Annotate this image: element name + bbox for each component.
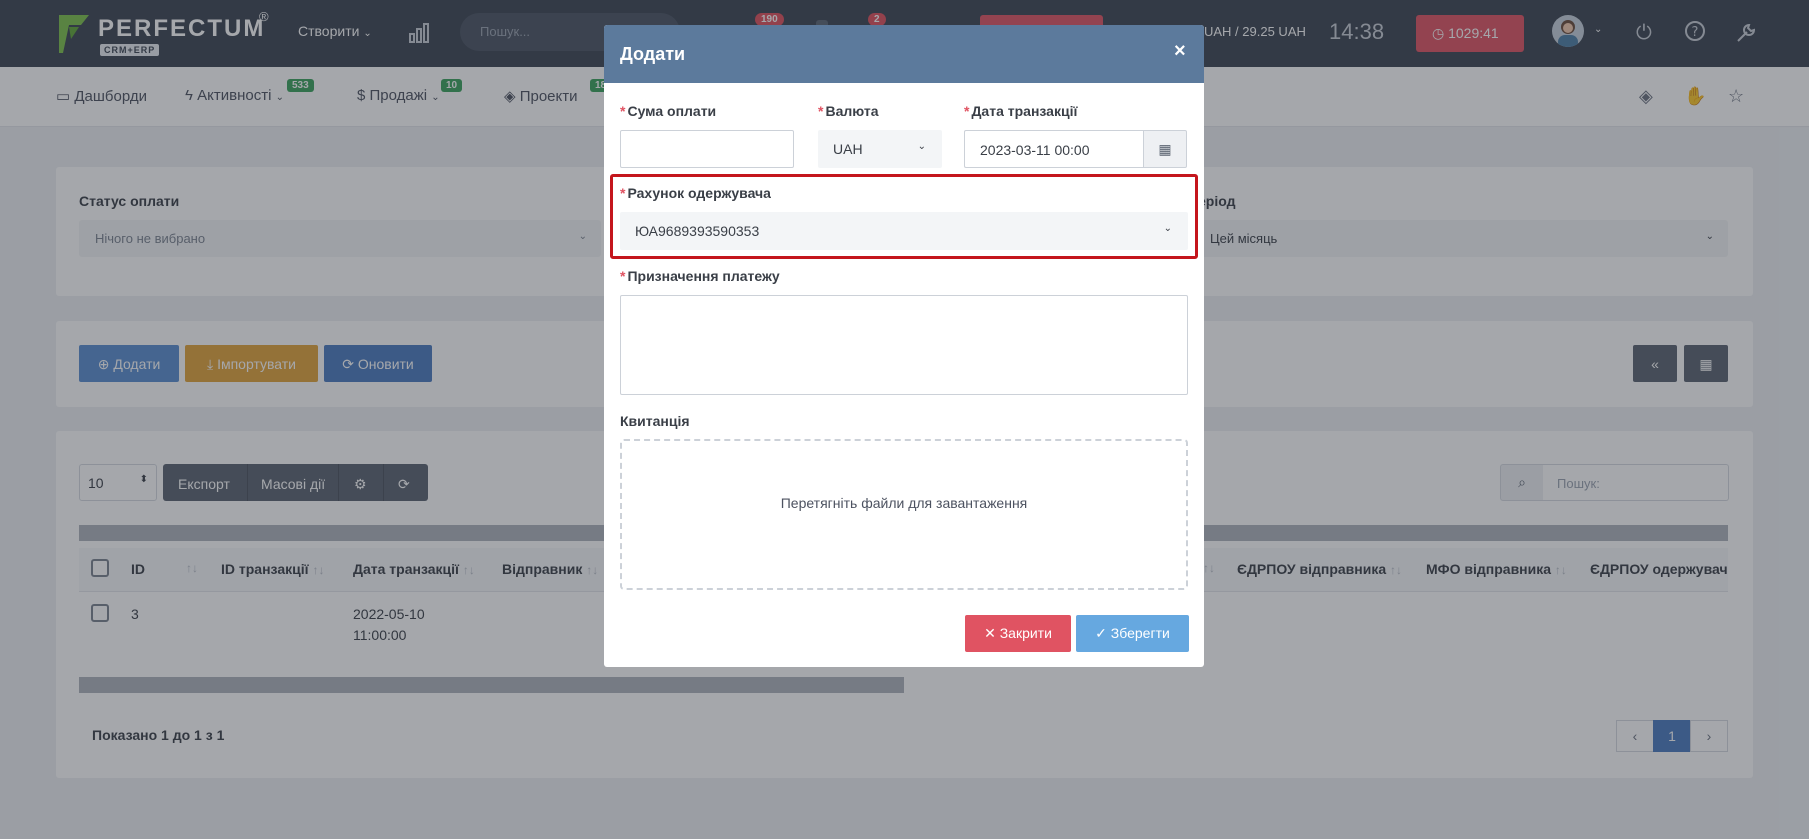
modal-header bbox=[604, 25, 1204, 83]
amount-label-text: Сума оплати bbox=[627, 103, 717, 119]
required-marker: * bbox=[818, 103, 824, 119]
recipient-account-label: * Рахунок одержувача bbox=[620, 185, 771, 201]
close-icon[interactable]: × bbox=[1174, 40, 1186, 63]
close-icon: ✕ bbox=[984, 625, 996, 641]
chevron-down-icon: ⌄ bbox=[917, 141, 926, 152]
payment-purpose-label-text: Призначення платежу bbox=[627, 268, 780, 284]
close-label: Закрити bbox=[999, 625, 1052, 641]
recipient-account-value: ЮА9689393590353 bbox=[635, 223, 760, 239]
chevron-down-icon: ⌄ bbox=[1163, 223, 1172, 234]
transaction-date-label-text: Дата транзакції bbox=[971, 103, 1078, 119]
currency-select[interactable]: UAH ⌄ bbox=[818, 130, 942, 168]
payment-purpose-label: * Призначення платежу bbox=[620, 268, 780, 284]
dropzone-text: Перетягніть файли для завантаження bbox=[780, 495, 1028, 511]
currency-label: * Валюта bbox=[818, 103, 879, 119]
file-dropzone[interactable]: Перетягніть файли для завантаження bbox=[620, 439, 1188, 590]
transaction-date-input[interactable]: 2023-03-11 00:00 bbox=[964, 130, 1144, 168]
save-label: Зберегти bbox=[1110, 625, 1170, 641]
required-marker: * bbox=[620, 103, 626, 119]
modal-title: Додати bbox=[620, 44, 686, 64]
recipient-account-select[interactable]: ЮА9689393590353 ⌄ bbox=[620, 212, 1188, 250]
check-icon: ✓ bbox=[1095, 625, 1107, 641]
receipt-label: Квитанція bbox=[620, 413, 690, 429]
add-payment-modal: Додати × * Сума оплати * Валюта UAH ⌄ * Дата… bbox=[604, 25, 1204, 667]
payment-purpose-textarea[interactable] bbox=[620, 295, 1188, 395]
amount-label: * Сума оплати bbox=[620, 103, 716, 119]
currency-value: UAH bbox=[833, 141, 863, 157]
close-button[interactable]: ✕ Закрити bbox=[965, 615, 1071, 652]
required-marker: * bbox=[620, 185, 626, 201]
save-button[interactable]: ✓ Зберегти bbox=[1076, 615, 1189, 652]
required-marker: * bbox=[964, 103, 970, 119]
currency-label-text: Валюта bbox=[825, 103, 879, 119]
amount-input[interactable] bbox=[620, 130, 794, 168]
transaction-date-label: * Дата транзакції bbox=[964, 103, 1077, 119]
recipient-account-label-text: Рахунок одержувача bbox=[627, 185, 771, 201]
required-marker: * bbox=[620, 268, 626, 284]
calendar-icon[interactable]: ▦ bbox=[1143, 130, 1187, 168]
